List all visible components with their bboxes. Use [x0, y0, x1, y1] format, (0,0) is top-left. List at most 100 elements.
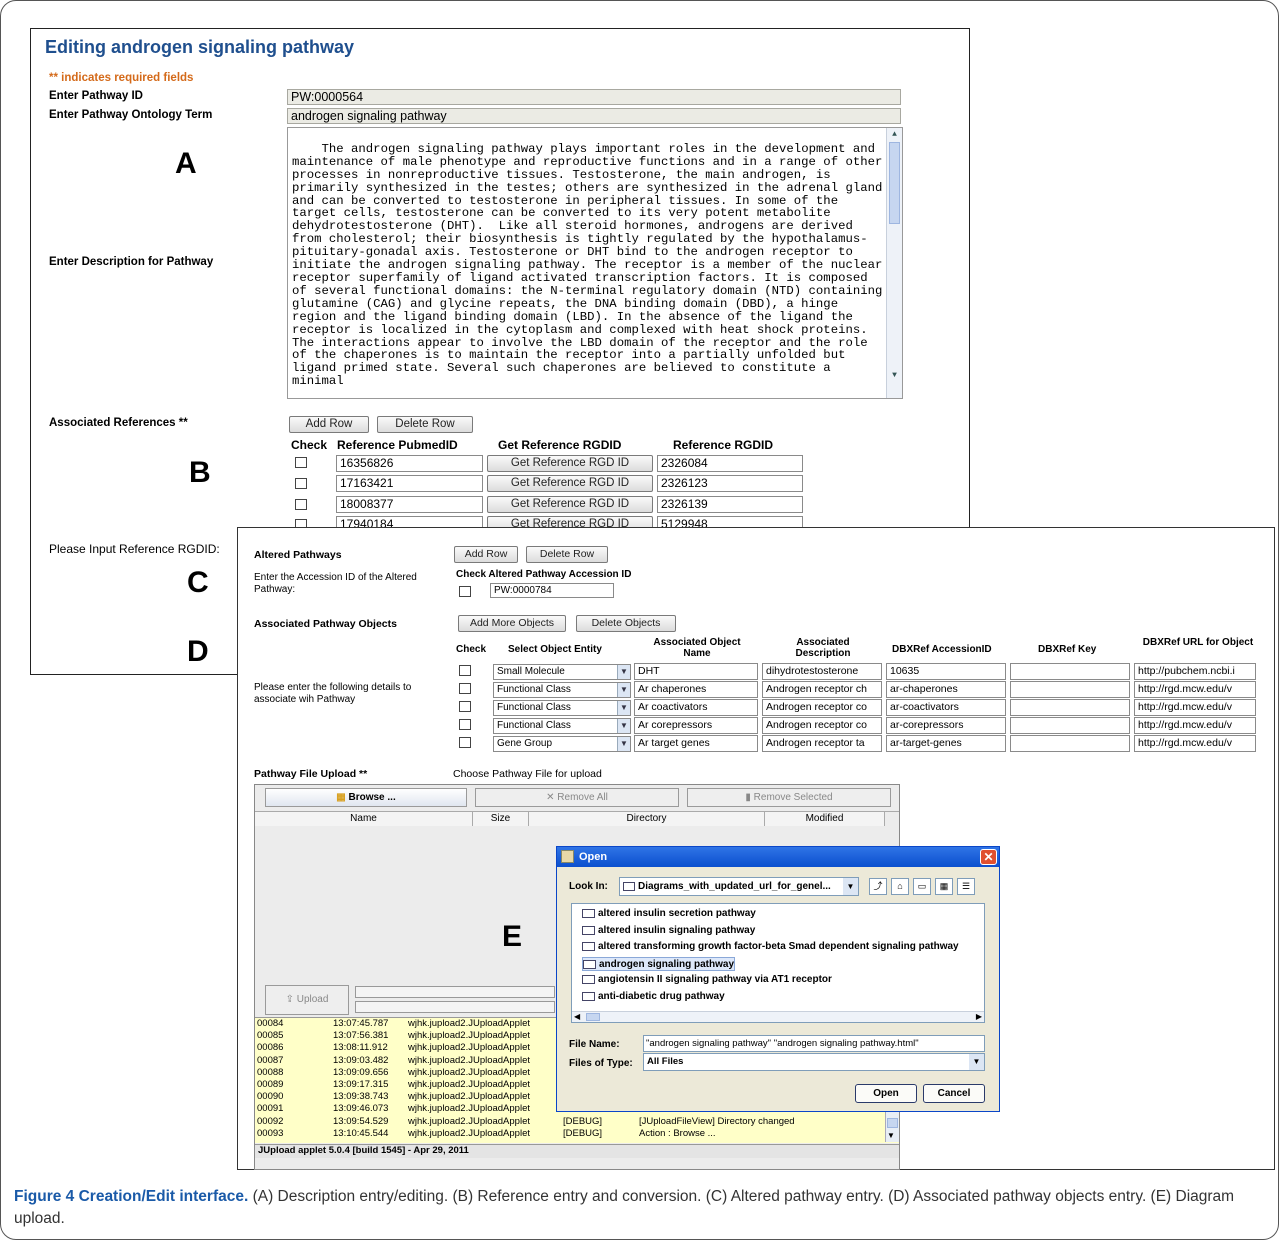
dbxref-url-input[interactable]: http://rgd.mcw.edu/v — [1134, 699, 1256, 716]
pubmed-input[interactable]: 18008377 — [336, 496, 483, 513]
horizontal-scrollbar[interactable]: ◀ ▶ — [572, 1011, 984, 1022]
caption-title: Figure 4 Creation/Edit interface. — [14, 1188, 249, 1205]
scroll-thumb[interactable] — [887, 1118, 898, 1128]
look-in-select[interactable]: Diagrams_with_updated_url_for_genel... ▼ — [619, 877, 859, 896]
object-name-input[interactable]: Ar coactivators — [634, 699, 758, 716]
entity-select[interactable]: Functional Class ▼ — [493, 700, 631, 716]
list-view-icon[interactable]: ▦ — [935, 878, 953, 895]
open-button[interactable]: Open — [855, 1084, 917, 1103]
remove-all-button[interactable]: ✕ Remove All — [475, 788, 679, 807]
delete-objects-button[interactable]: Delete Objects — [576, 615, 676, 632]
altered-checkbox[interactable] — [459, 586, 471, 597]
dbxref-key-input[interactable] — [1010, 663, 1130, 680]
description-scrollbar[interactable]: ▲ ▼ — [886, 128, 902, 398]
scroll-up-icon[interactable]: ▲ — [889, 129, 900, 140]
scroll-thumb[interactable] — [586, 1013, 600, 1021]
chevron-down-icon: ▼ — [617, 737, 630, 751]
folder-item[interactable]: altered insulin signaling pathway — [582, 924, 755, 938]
object-name-input[interactable]: Ar chaperones — [634, 681, 758, 698]
row-checkbox[interactable] — [295, 478, 307, 489]
accession-input[interactable]: 10635 — [886, 663, 1006, 680]
entity-select[interactable]: Functional Class ▼ — [493, 718, 631, 734]
accession-input[interactable]: ar-coactivators — [886, 699, 1006, 716]
scroll-thumb[interactable] — [889, 142, 900, 224]
folder-item[interactable]: altered insulin secretion pathway — [582, 907, 756, 921]
look-in-value: Diagrams_with_updated_url_for_genel... — [638, 881, 831, 892]
rgdid-input[interactable]: 2326084 — [657, 455, 803, 472]
cancel-button[interactable]: Cancel — [923, 1084, 985, 1103]
scroll-down-icon[interactable]: ▼ — [887, 1130, 895, 1142]
label-a: A — [175, 147, 197, 180]
object-desc-input[interactable]: Androgen receptor co — [762, 699, 882, 716]
file-list[interactable]: altered insulin secretion pathway altered… — [571, 903, 985, 1023]
folder-item[interactable]: androgen signaling pathway — [582, 956, 736, 971]
get-rgdid-button[interactable]: Get Reference RGD ID — [487, 455, 653, 472]
add-row-button[interactable]: Add Row — [454, 546, 518, 563]
description-textarea[interactable]: The androgen signaling pathway plays imp… — [287, 127, 903, 399]
get-rgdid-button[interactable]: Get Reference RGD ID — [487, 496, 653, 513]
object-name-input[interactable]: Ar corepressors — [634, 717, 758, 734]
new-folder-icon[interactable]: ▭ — [913, 878, 931, 895]
row-checkbox[interactable] — [459, 701, 471, 712]
ontology-term-field[interactable]: androgen signaling pathway — [287, 108, 901, 124]
delete-row-button[interactable]: Delete Row — [526, 546, 608, 563]
accession-input[interactable]: ar-corepressors — [886, 717, 1006, 734]
row-checkbox[interactable] — [459, 719, 471, 730]
dbxref-key-input[interactable] — [1010, 699, 1130, 716]
col-size[interactable]: Size — [473, 812, 529, 826]
scroll-left-icon[interactable]: ◀ — [574, 1012, 580, 1021]
dbxref-key-input[interactable] — [1010, 735, 1130, 752]
row-checkbox[interactable] — [295, 457, 307, 468]
get-rgdid-button[interactable]: Get Reference RGD ID — [487, 475, 653, 492]
object-desc-input[interactable]: Androgen receptor co — [762, 717, 882, 734]
home-icon[interactable]: ⌂ — [891, 878, 909, 895]
remove-selected-button[interactable]: ▮ Remove Selected — [687, 788, 891, 807]
entity-select[interactable]: Small Molecule ▼ — [493, 664, 631, 680]
object-name-input[interactable]: Ar target genes — [634, 735, 758, 752]
folder-item[interactable]: altered transforming growth factor-beta … — [582, 940, 959, 954]
folder-item[interactable]: anti-diabetic drug pathway — [582, 990, 725, 1004]
col-directory[interactable]: Directory — [529, 812, 765, 826]
row-checkbox[interactable] — [459, 737, 471, 748]
dbxref-key-input[interactable] — [1010, 681, 1130, 698]
row-checkbox[interactable] — [295, 499, 307, 510]
row-checkbox[interactable] — [459, 665, 471, 676]
dbxref-key-input[interactable] — [1010, 717, 1130, 734]
pubmed-input[interactable]: 16356826 — [336, 455, 483, 472]
delete-row-button[interactable]: Delete Row — [377, 416, 473, 433]
object-desc-input[interactable]: dihydrotestosterone — [762, 663, 882, 680]
col-name[interactable]: Name — [255, 812, 473, 826]
object-desc-input[interactable]: Androgen receptor ta — [762, 735, 882, 752]
close-icon[interactable]: ✕ — [980, 849, 997, 865]
pathway-id-field[interactable]: PW:0000564 — [287, 89, 901, 105]
file-type-select[interactable]: All Files ▼ — [643, 1053, 985, 1071]
up-folder-icon[interactable]: ⤴ — [869, 878, 887, 895]
entity-select[interactable]: Functional Class ▼ — [493, 682, 631, 698]
entity-select[interactable]: Gene Group ▼ — [493, 736, 631, 752]
dbxref-url-input[interactable]: http://rgd.mcw.edu/v — [1134, 735, 1256, 752]
dbxref-url-input[interactable]: http://pubchem.ncbi.i — [1134, 663, 1256, 680]
upload-button[interactable]: ⇪ Upload — [265, 985, 349, 1015]
add-row-button[interactable]: Add Row — [289, 416, 369, 433]
file-name-input[interactable]: "androgen signaling pathway" "androgen s… — [643, 1035, 985, 1052]
col-modified[interactable]: Modified — [765, 812, 885, 826]
rgdid-input[interactable]: 2326123 — [657, 475, 803, 492]
object-name-input[interactable]: DHT — [634, 663, 758, 680]
scroll-right-icon[interactable]: ▶ — [976, 1012, 982, 1021]
browse-button[interactable]: ▦ Browse ... — [265, 788, 467, 807]
rgdid-input[interactable]: 2326139 — [657, 496, 803, 513]
pubmed-input[interactable]: 17163421 — [336, 475, 483, 492]
description-text: The androgen signaling pathway plays imp… — [292, 141, 883, 389]
col-accession: DBXRef AccessionID — [892, 644, 992, 655]
object-desc-input[interactable]: Androgen receptor ch — [762, 681, 882, 698]
accession-input[interactable]: ar-chaperones — [886, 681, 1006, 698]
scroll-down-icon[interactable]: ▼ — [889, 370, 900, 381]
folder-item[interactable]: angiotensin II signaling pathway via AT1… — [582, 973, 832, 987]
row-checkbox[interactable] — [459, 683, 471, 694]
altered-accession-input[interactable]: PW:0000784 — [490, 583, 614, 598]
accession-input[interactable]: ar-target-genes — [886, 735, 1006, 752]
add-objects-button[interactable]: Add More Objects — [458, 615, 566, 632]
dbxref-url-input[interactable]: http://rgd.mcw.edu/v — [1134, 681, 1256, 698]
details-view-icon[interactable]: ☰ — [957, 878, 975, 895]
dbxref-url-input[interactable]: http://rgd.mcw.edu/v — [1134, 717, 1256, 734]
